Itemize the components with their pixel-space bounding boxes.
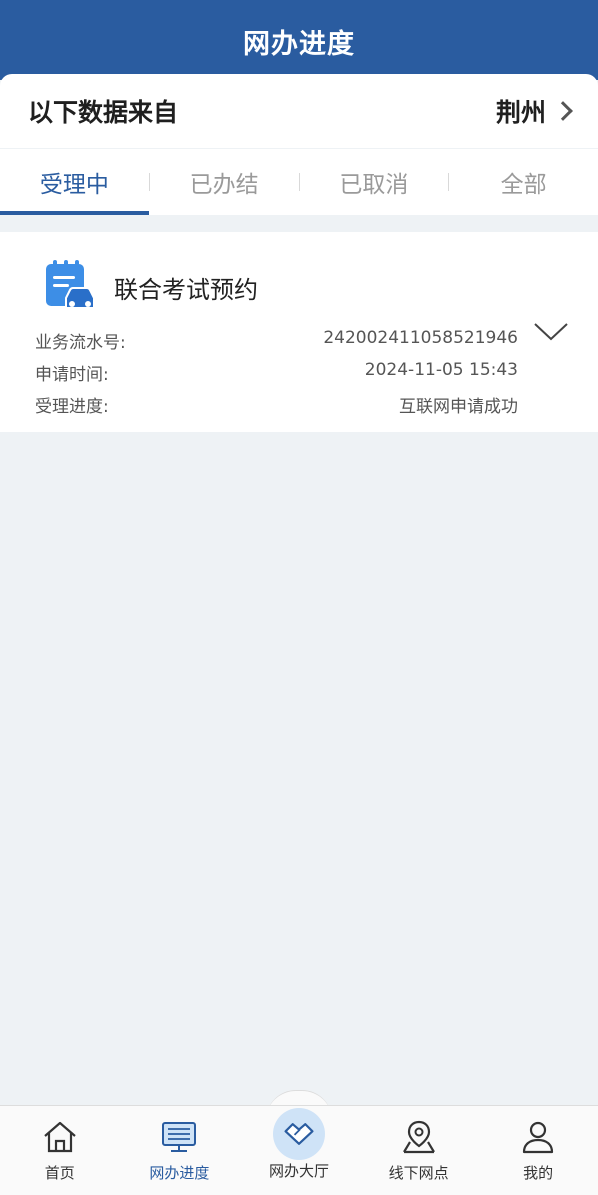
nav-hall-label: 网办大厅 [268,1162,329,1180]
serial-label: 业务流水号: [35,333,126,353]
time-label: 申请时间: [35,365,109,385]
monitor-icon [162,1122,197,1152]
nav-home[interactable]: 首页 [0,1106,120,1195]
serial-row: 业务流水号: 242002411058521946 [35,328,518,353]
tab-accepting[interactable]: 受理中 [0,149,149,215]
page-title: 网办进度 [243,29,355,60]
service-name: 联合考试预约 [114,276,258,304]
city-name: 荆州 [495,98,546,127]
handshake-icon [284,1123,314,1145]
nav-progress-label: 网办进度 [149,1164,210,1182]
nav-hall-circle [272,1108,325,1160]
nav-offline[interactable]: 线下网点 [359,1106,479,1195]
tab-cancelled[interactable]: 已取消 [300,149,449,215]
tab-completed[interactable]: 已办结 [150,149,299,215]
car-document-icon [46,260,95,309]
chevron-down-icon[interactable] [533,322,569,342]
nav-hall[interactable]: 网办大厅 [239,1106,359,1195]
serial-value: 242002411058521946 [323,328,518,348]
application-card[interactable]: 联合考试预约 业务流水号: 242002411058521946 申请时间: 2… [0,232,598,432]
home-icon [44,1121,76,1153]
nav-mine-label: 我的 [523,1164,554,1182]
time-row: 申请时间: 2024-11-05 15:43 [35,360,518,385]
city-selector[interactable]: 荆州 [496,93,574,129]
nav-progress[interactable]: 网办进度 [120,1106,240,1195]
nav-offline-label: 线下网点 [388,1164,449,1182]
time-value: 2024-11-05 15:43 [364,360,518,380]
nav-mine[interactable]: 我的 [478,1106,598,1195]
data-source-bar[interactable]: 以下数据来自 荆州 [0,74,598,148]
progress-label: 受理进度: [35,397,109,417]
status-tabs: 受理中 已办结 已取消 全部 [0,149,598,215]
app-header: 网办进度 [0,0,598,80]
user-icon [523,1121,554,1154]
data-source-label: 以下数据来自 [28,98,179,127]
tab-all[interactable]: 全部 [449,149,598,215]
progress-row: 受理进度: 互联网申请成功 [35,392,518,417]
progress-value: 互联网申请成功 [399,397,518,417]
bottom-nav: 首页 网办进度 网办大厅 线下网点 我的 [0,1105,598,1195]
map-pin-icon [402,1120,435,1154]
nav-home-label: 首页 [44,1164,75,1182]
chevron-right-icon [553,101,573,121]
